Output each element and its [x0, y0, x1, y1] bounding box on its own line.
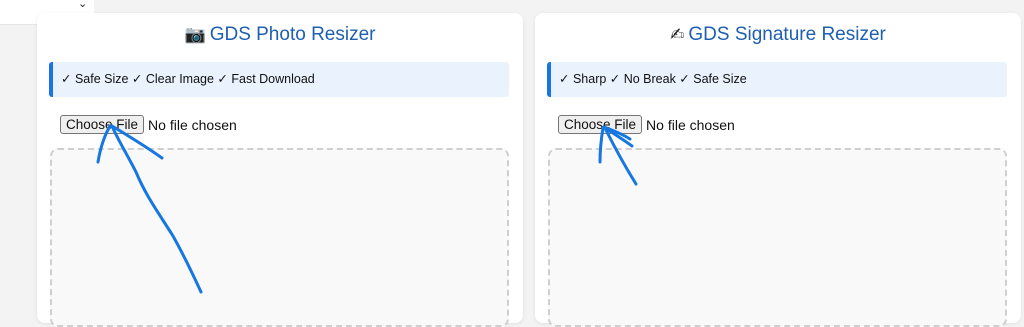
photo-features-banner: ✓ Safe Size ✓ Clear Image ✓ Fast Downloa… — [49, 62, 509, 97]
photo-file-input[interactable]: Choose File No file chosen — [60, 115, 237, 134]
photo-resizer-title: 📷 GDS Photo Resizer — [184, 24, 376, 45]
photo-drop-zone[interactable] — [50, 148, 509, 327]
signature-features-banner: ✓ Sharp ✓ No Break ✓ Safe Size — [547, 62, 1007, 97]
photo-choose-file-button[interactable]: Choose File — [60, 115, 145, 134]
signature-choose-file-button[interactable]: Choose File — [558, 115, 643, 134]
signature-resizer-card: ✍ GDS Signature Resizer ✓ Sharp ✓ No Brea… — [535, 13, 1021, 327]
writing-hand-icon: ✍ — [670, 25, 685, 44]
signature-file-input[interactable]: Choose File No file chosen — [558, 115, 735, 134]
signature-features-text: ✓ Sharp ✓ No Break ✓ Safe Size — [559, 72, 747, 86]
chevron-down-icon[interactable]: ⌄ — [78, 0, 87, 10]
signature-resizer-title: ✍ GDS Signature Resizer — [670, 24, 886, 45]
photo-resizer-card: 📷 GDS Photo Resizer ✓ Safe Size ✓ Clear I… — [37, 13, 523, 327]
signature-file-status: No file chosen — [646, 116, 735, 133]
photo-features-text: ✓ Safe Size ✓ Clear Image ✓ Fast Downloa… — [61, 72, 315, 86]
photo-file-status: No file chosen — [148, 116, 237, 133]
signature-drop-zone[interactable] — [548, 148, 1007, 327]
camera-icon: 📷 — [184, 25, 206, 44]
